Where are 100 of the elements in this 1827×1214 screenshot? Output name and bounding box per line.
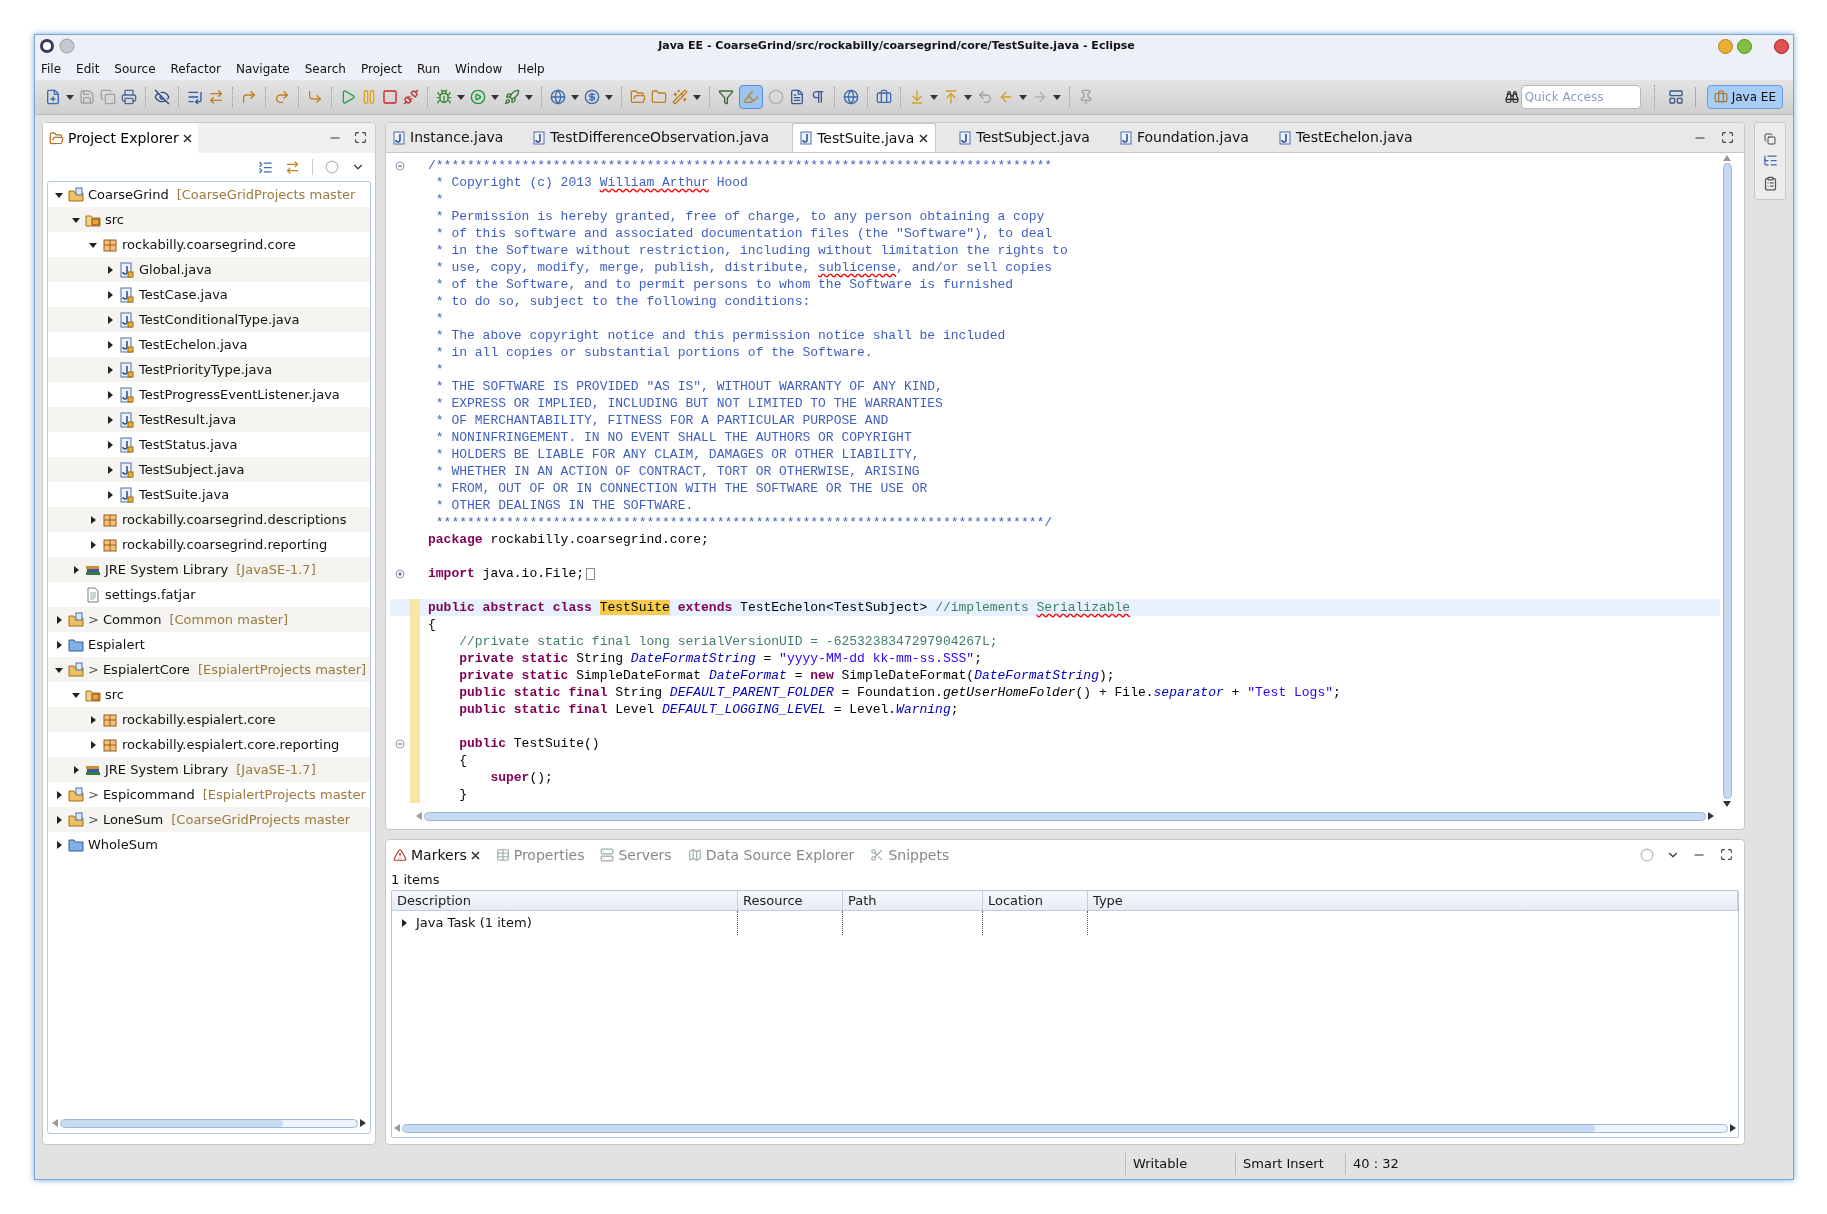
view-tab[interactable]: Properties bbox=[493, 841, 587, 869]
collapsed-caret-icon[interactable] bbox=[55, 815, 63, 824]
dropdown-caret-icon[interactable] bbox=[571, 94, 579, 100]
scroll-left-icon[interactable] bbox=[394, 1124, 400, 1132]
expanded-caret-icon[interactable] bbox=[72, 215, 80, 224]
close-icon[interactable] bbox=[919, 133, 929, 143]
expanded-caret-icon[interactable] bbox=[55, 190, 63, 199]
open-perspective-icon[interactable] bbox=[1667, 89, 1684, 105]
scroll-right-icon[interactable] bbox=[360, 1119, 366, 1127]
horizontal-scrollbar[interactable] bbox=[394, 1121, 1736, 1135]
collapsed-caret-icon[interactable] bbox=[106, 390, 114, 399]
collapse-icon[interactable] bbox=[395, 738, 405, 749]
tree-item[interactable]: WholeSum bbox=[88, 834, 158, 855]
tree-item[interactable]: TestSuite.java bbox=[139, 484, 230, 505]
collapsed-caret-icon[interactable] bbox=[106, 415, 114, 424]
menu-item[interactable]: Source bbox=[114, 59, 156, 78]
expanded-caret-icon[interactable] bbox=[89, 240, 97, 249]
scroll-left-icon[interactable] bbox=[416, 812, 422, 820]
column-header[interactable]: Type bbox=[1088, 891, 1738, 910]
collapsed-caret-icon[interactable] bbox=[106, 290, 114, 299]
expanded-caret-icon[interactable] bbox=[55, 665, 63, 674]
maximize-icon[interactable] bbox=[1720, 848, 1733, 861]
collapsed-caret-icon[interactable] bbox=[55, 790, 63, 799]
maximize-button[interactable] bbox=[1737, 38, 1752, 54]
rocket-icon[interactable] bbox=[504, 89, 520, 105]
tree-item[interactable]: Common bbox=[102, 609, 162, 630]
dropdown-caret-icon[interactable] bbox=[66, 94, 74, 100]
collapsed-caret-icon[interactable] bbox=[89, 715, 97, 724]
tree-item[interactable]: TestStatus.java bbox=[139, 434, 238, 455]
tree-item[interactable]: Global.java bbox=[139, 259, 212, 280]
minimize-button[interactable] bbox=[1718, 38, 1733, 54]
collapsed-caret-icon[interactable] bbox=[106, 490, 114, 499]
tree-item[interactable]: LoneSum bbox=[102, 809, 164, 830]
editor-tab[interactable]: TestEchelon.java bbox=[1271, 123, 1420, 152]
close-icon[interactable] bbox=[470, 850, 480, 860]
folded-code-marker-icon[interactable] bbox=[586, 567, 596, 580]
pilcrow-icon[interactable] bbox=[810, 89, 826, 105]
column-header[interactable]: Path bbox=[843, 891, 983, 910]
collapsed-caret-icon[interactable] bbox=[72, 765, 80, 774]
maximize-icon[interactable] bbox=[354, 131, 367, 144]
close-button[interactable] bbox=[1774, 38, 1789, 54]
maximize-icon[interactable] bbox=[1721, 130, 1734, 144]
editor-tab[interactable]: TestSubject.java bbox=[952, 123, 1097, 152]
task-list-icon[interactable] bbox=[1762, 176, 1778, 191]
new-file-icon[interactable] bbox=[45, 89, 61, 105]
dropdown-caret-icon[interactable] bbox=[605, 94, 613, 100]
expanded-caret-icon[interactable] bbox=[72, 690, 80, 699]
restore-icon[interactable] bbox=[1764, 133, 1776, 145]
column-header[interactable]: Description bbox=[392, 891, 738, 910]
column-header[interactable]: Location bbox=[983, 891, 1088, 910]
editor-tab[interactable]: TestDifferenceObservation.java bbox=[526, 123, 777, 152]
quick-access-field[interactable]: Quick Access bbox=[1520, 85, 1641, 109]
dropdown-caret-icon[interactable] bbox=[457, 94, 465, 100]
menu-item[interactable]: Window bbox=[455, 59, 503, 78]
collapsed-caret-icon[interactable] bbox=[106, 265, 114, 274]
horizontal-scrollbar[interactable] bbox=[416, 809, 1714, 823]
dropdown-caret-icon[interactable] bbox=[1019, 94, 1027, 100]
collapsed-caret-icon[interactable] bbox=[89, 515, 97, 524]
view-tab[interactable]: Data Source Explorer bbox=[685, 841, 857, 869]
tree-item[interactable]: TestEchelon.java bbox=[139, 334, 248, 355]
tree-item[interactable]: JRE System Library bbox=[105, 559, 229, 580]
unplug-icon[interactable] bbox=[403, 89, 419, 105]
tree-item[interactable]: Espialert bbox=[88, 634, 145, 655]
collapse-icon[interactable] bbox=[395, 160, 405, 171]
tree-item[interactable]: Espicommand bbox=[102, 784, 195, 805]
collapsed-caret-icon[interactable] bbox=[106, 365, 114, 374]
tree-item[interactable]: src bbox=[105, 209, 124, 230]
globe-icon[interactable] bbox=[550, 89, 566, 105]
filter-icon[interactable] bbox=[718, 89, 734, 105]
scroll-down-icon[interactable] bbox=[1723, 801, 1731, 807]
tree-item[interactable]: src bbox=[105, 684, 124, 705]
app-icon[interactable] bbox=[39, 38, 55, 54]
menu-item[interactable]: Navigate bbox=[235, 59, 290, 78]
close-icon[interactable] bbox=[182, 133, 192, 143]
briefcase-icon[interactable] bbox=[876, 89, 892, 105]
scroll-right-icon[interactable] bbox=[1730, 1124, 1736, 1132]
editor-tab[interactable]: Foundation.java bbox=[1112, 123, 1256, 152]
link-arrows-icon[interactable] bbox=[285, 159, 300, 175]
printer-icon[interactable] bbox=[121, 89, 137, 105]
view-tab[interactable]: Servers bbox=[598, 841, 674, 869]
editor-tab[interactable]: Instance.java bbox=[386, 123, 511, 152]
collapsed-caret-icon[interactable] bbox=[55, 640, 63, 649]
collapsed-caret-icon[interactable] bbox=[55, 840, 63, 849]
menu-item[interactable]: Edit bbox=[76, 59, 100, 78]
coin-icon[interactable] bbox=[584, 89, 600, 105]
menu-item[interactable]: Search bbox=[304, 59, 346, 78]
table-cell[interactable]: Java Task (1 item) bbox=[416, 913, 532, 933]
collapsed-caret-icon[interactable] bbox=[400, 919, 408, 927]
expand-icon[interactable] bbox=[395, 568, 405, 579]
document-icon[interactable] bbox=[789, 89, 805, 105]
tree-item[interactable]: CoarseGrind bbox=[88, 184, 169, 205]
dropdown-caret-icon[interactable] bbox=[525, 94, 533, 100]
collapsed-caret-icon[interactable] bbox=[106, 340, 114, 349]
scroll-up-icon[interactable] bbox=[1723, 155, 1731, 161]
tree-item[interactable]: rockabilly.espialert.core.reporting bbox=[122, 734, 340, 755]
tree-item[interactable]: EspialertCore bbox=[102, 659, 190, 680]
menu-item[interactable]: File bbox=[41, 59, 62, 78]
tree-item[interactable]: rockabilly.coarsegrind.reporting bbox=[122, 534, 328, 555]
collapsed-caret-icon[interactable] bbox=[106, 440, 114, 449]
tree-item[interactable]: TestProgressEventListener.java bbox=[139, 384, 340, 405]
